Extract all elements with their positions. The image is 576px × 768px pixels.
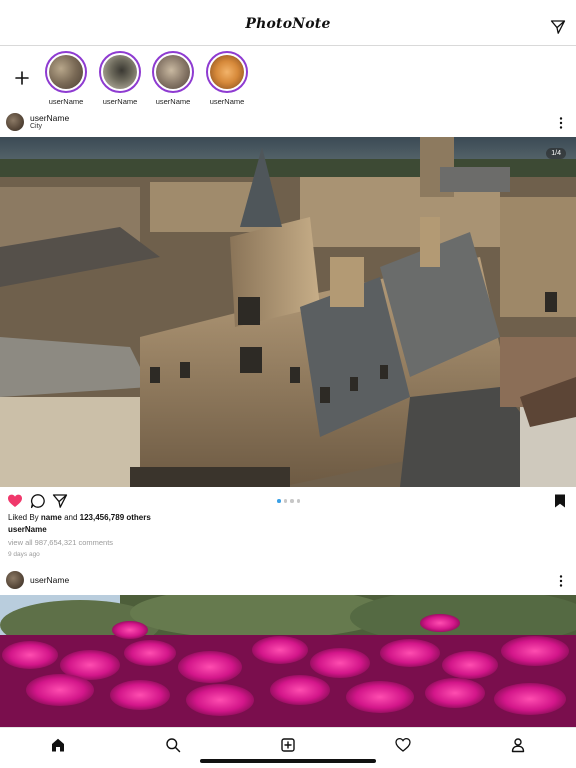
liked-by-count[interactable]: 123,456,789 others [80, 513, 151, 522]
profile-icon[interactable] [510, 737, 526, 753]
bookmark-icon[interactable] [552, 493, 568, 509]
post-header: userName City [0, 110, 576, 136]
story-item[interactable]: userName [98, 51, 142, 106]
story-ring [99, 51, 141, 93]
story-item[interactable]: userName [44, 51, 88, 106]
carousel-dot [290, 499, 294, 503]
story-item[interactable]: userName [205, 51, 249, 106]
story-ring [206, 51, 248, 93]
post-username[interactable]: userName [30, 575, 69, 585]
plus-icon[interactable] [13, 69, 31, 87]
story-ring [152, 51, 194, 93]
carousel-dot [277, 499, 281, 503]
liked-by-and: and [64, 513, 78, 522]
carousel-indicator [277, 499, 300, 503]
search-icon[interactable] [165, 737, 181, 753]
story-avatar [49, 55, 83, 89]
top-bar: PhotoNote [0, 0, 576, 46]
story-avatar [103, 55, 137, 89]
post-image[interactable]: 1/4 [0, 137, 576, 487]
comment-icon[interactable] [30, 493, 46, 509]
view-comments-link[interactable]: view all 987,654,321 comments [8, 538, 113, 547]
story-username: userName [209, 97, 245, 106]
post-location[interactable]: City [30, 123, 42, 130]
liked-by-name[interactable]: name [41, 513, 62, 522]
story-username: userName [102, 97, 138, 106]
image-counter-badge: 1/4 [546, 148, 566, 159]
app-title: PhotoNote [245, 16, 331, 32]
avatar[interactable] [6, 113, 24, 131]
send-icon[interactable] [550, 19, 566, 35]
story-username: userName [48, 97, 84, 106]
flowers-photo [0, 595, 576, 727]
post-actions [0, 490, 576, 512]
story-ring [45, 51, 87, 93]
heart-outline-icon[interactable] [395, 737, 411, 753]
share-icon[interactable] [52, 493, 68, 509]
caption-username[interactable]: userName [8, 525, 47, 534]
post-image[interactable] [0, 595, 576, 727]
post-timestamp: 9 days ago [8, 551, 40, 558]
home-indicator [200, 759, 376, 763]
kebab-icon[interactable] [556, 574, 566, 588]
stories-bar: userName userName userName userName [0, 47, 576, 107]
city-photo [0, 137, 576, 487]
kebab-icon[interactable] [556, 116, 566, 130]
story-avatar [210, 55, 244, 89]
story-username: userName [155, 97, 191, 106]
avatar[interactable] [6, 571, 24, 589]
story-avatar [156, 55, 190, 89]
carousel-dot [296, 499, 300, 503]
add-post-icon[interactable] [280, 737, 296, 753]
story-item[interactable]: userName [151, 51, 195, 106]
likes-summary: Liked By name and 123,456,789 others [8, 513, 151, 522]
post-username[interactable]: userName [30, 113, 69, 123]
home-icon[interactable] [50, 737, 66, 753]
post-header: userName [0, 568, 576, 594]
liked-by-prefix: Liked By [8, 513, 39, 522]
heart-icon[interactable] [7, 493, 23, 509]
carousel-dot [283, 499, 287, 503]
